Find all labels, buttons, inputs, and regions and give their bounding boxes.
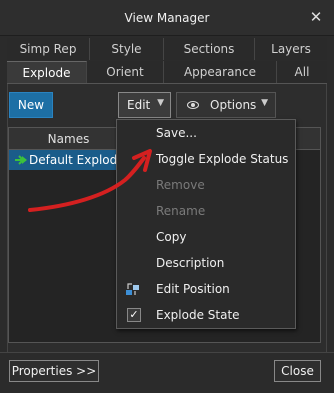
edit-button-label: Edit bbox=[127, 98, 151, 112]
tab-appearance[interactable]: Appearance bbox=[164, 61, 277, 83]
tab-all[interactable]: All bbox=[277, 61, 327, 83]
menu-item-label: Explode State bbox=[156, 308, 240, 322]
explode-arrow-icon bbox=[15, 155, 27, 165]
checkbox-checked-icon[interactable]: ✓ bbox=[127, 308, 141, 322]
close-button[interactable]: Close bbox=[274, 360, 321, 382]
tab-simp-rep[interactable]: Simp Rep bbox=[7, 38, 90, 60]
edit-menu: Save... Toggle Explode Status Remove Ren… bbox=[116, 119, 296, 329]
properties-button[interactable]: Properties >> bbox=[9, 360, 99, 382]
tab-orient[interactable]: Orient bbox=[87, 61, 164, 83]
menu-item-description[interactable]: Description bbox=[117, 250, 295, 276]
menu-item-label: Edit Position bbox=[156, 282, 230, 296]
options-dropdown-button[interactable]: Options ▼ bbox=[176, 92, 276, 118]
menu-item-toggle-explode-status[interactable]: Toggle Explode Status bbox=[117, 146, 295, 172]
window-close-icon[interactable]: ✕ bbox=[308, 8, 324, 26]
eye-icon bbox=[187, 101, 199, 109]
tab-style[interactable]: Style bbox=[90, 38, 164, 60]
names-column-header[interactable]: Names bbox=[9, 128, 129, 150]
menu-item-label: Remove bbox=[156, 178, 205, 192]
chevron-down-icon: ▼ bbox=[261, 98, 268, 108]
list-item[interactable]: Default Explode bbox=[9, 150, 129, 170]
menu-item-edit-position[interactable]: Edit Position bbox=[117, 276, 295, 302]
tab-layers[interactable]: Layers bbox=[255, 38, 327, 60]
menu-item-copy[interactable]: Copy bbox=[117, 224, 295, 250]
menu-item-label: Rename bbox=[156, 204, 206, 218]
list-item-label: Default Explode bbox=[29, 153, 125, 167]
menu-item-explode-state[interactable]: ✓ Explode State bbox=[117, 302, 295, 328]
menu-item-label: Save... bbox=[156, 126, 197, 140]
options-button-label: Options bbox=[210, 98, 257, 112]
menu-item-label: Copy bbox=[156, 230, 187, 244]
window-title: View Manager bbox=[124, 11, 210, 25]
menu-item-label: Description bbox=[156, 256, 225, 270]
new-button[interactable]: New bbox=[9, 92, 53, 118]
edit-position-icon bbox=[126, 283, 139, 295]
title-bar: View Manager ✕ bbox=[0, 0, 334, 36]
menu-item-remove[interactable]: Remove bbox=[117, 172, 295, 198]
tab-row-2: Explode Orient Appearance All bbox=[7, 61, 327, 84]
chevron-down-icon: ▼ bbox=[157, 98, 164, 108]
menu-item-save[interactable]: Save... bbox=[117, 120, 295, 146]
tab-explode[interactable]: Explode bbox=[7, 61, 87, 83]
menu-item-rename[interactable]: Rename bbox=[117, 198, 295, 224]
edit-dropdown-button[interactable]: Edit ▼ bbox=[118, 92, 171, 118]
tab-row-1: Simp Rep Style Sections Layers bbox=[7, 38, 327, 60]
menu-item-label: Toggle Explode Status bbox=[156, 152, 289, 166]
tab-sections[interactable]: Sections bbox=[164, 38, 255, 60]
